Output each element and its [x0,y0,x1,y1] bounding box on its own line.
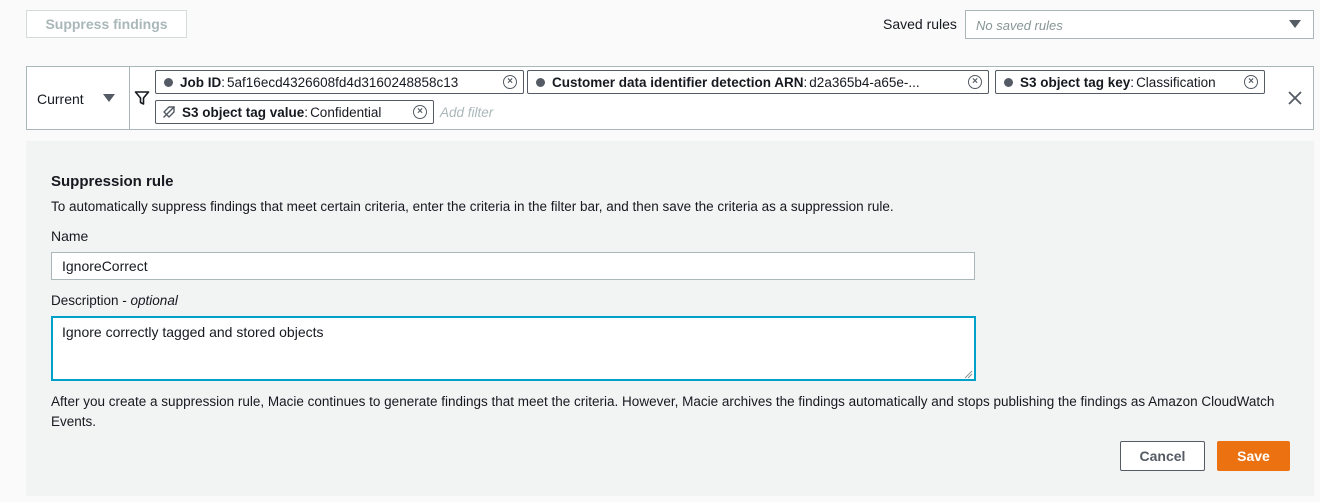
remove-chip-icon[interactable]: × [1244,75,1258,89]
name-field[interactable] [51,252,975,280]
filter-scope-value: Current [37,91,84,107]
cancel-button[interactable]: Cancel [1120,441,1205,471]
remove-chip-icon[interactable]: × [503,75,517,89]
filter-chip-tag-key[interactable]: S3 object tag key: Classification × [995,70,1265,94]
funnel-icon [134,91,150,105]
save-button[interactable]: Save [1217,441,1290,471]
chip-value: Confidential [310,104,382,120]
description-label-text: Description - [51,293,131,308]
chip-key: S3 object tag key [1020,74,1131,90]
filter-chip-tag-value[interactable]: S3 object tag value: Confidential × [155,100,434,124]
chip-key: Job ID [180,74,222,90]
chip-value: Classification [1136,74,1216,90]
filter-chip-job-id[interactable]: Job ID: 5af16ecd4326608fd4d3160248858c13… [155,70,524,94]
suppression-note: After you create a suppression rule, Mac… [51,394,1275,429]
dot-icon [1004,77,1013,87]
close-icon[interactable] [1286,89,1304,107]
filter-chip-customer-data-identifier[interactable]: Customer data identifier detection ARN: … [527,70,989,94]
remove-chip-icon[interactable]: × [968,75,982,89]
description-label: Description - optional [51,293,178,308]
chip-value: d2a365b4-a65e-... [809,74,920,90]
chip-key: S3 object tag value [182,104,305,120]
suppression-rule-panel: Suppression rule To automatically suppre… [26,141,1314,496]
panel-title: Suppression rule [51,173,174,190]
filter-bar: Current Job ID: 5af16ecd4326608fd4d31602… [26,66,1314,130]
top-toolbar: Suppress findings Saved rules No saved r… [0,0,1320,50]
add-filter-input[interactable]: Add filter [440,105,493,120]
caret-down-icon [103,94,115,102]
description-field[interactable]: Ignore correctly tagged and stored objec… [51,316,976,381]
chip-key: Customer data identifier detection ARN [552,74,804,90]
tag-off-icon [163,106,175,118]
panel-description: To automatically suppress findings that … [51,199,894,214]
dot-icon [536,77,545,87]
suppress-findings-button[interactable]: Suppress findings [26,10,187,38]
filter-scope-select[interactable]: Current [27,67,130,129]
dot-icon [164,77,173,87]
saved-rules-select[interactable]: No saved rules [965,10,1314,39]
resize-grip-icon[interactable] [963,369,973,379]
chip-value: 5af16ecd4326608fd4d3160248858c13 [227,74,459,90]
saved-rules-placeholder: No saved rules [976,18,1063,33]
optional-label: optional [130,293,178,308]
name-label: Name [51,228,89,244]
caret-down-icon [1289,20,1301,28]
saved-rules-label: Saved rules [883,16,957,32]
remove-chip-icon[interactable]: × [413,105,427,119]
